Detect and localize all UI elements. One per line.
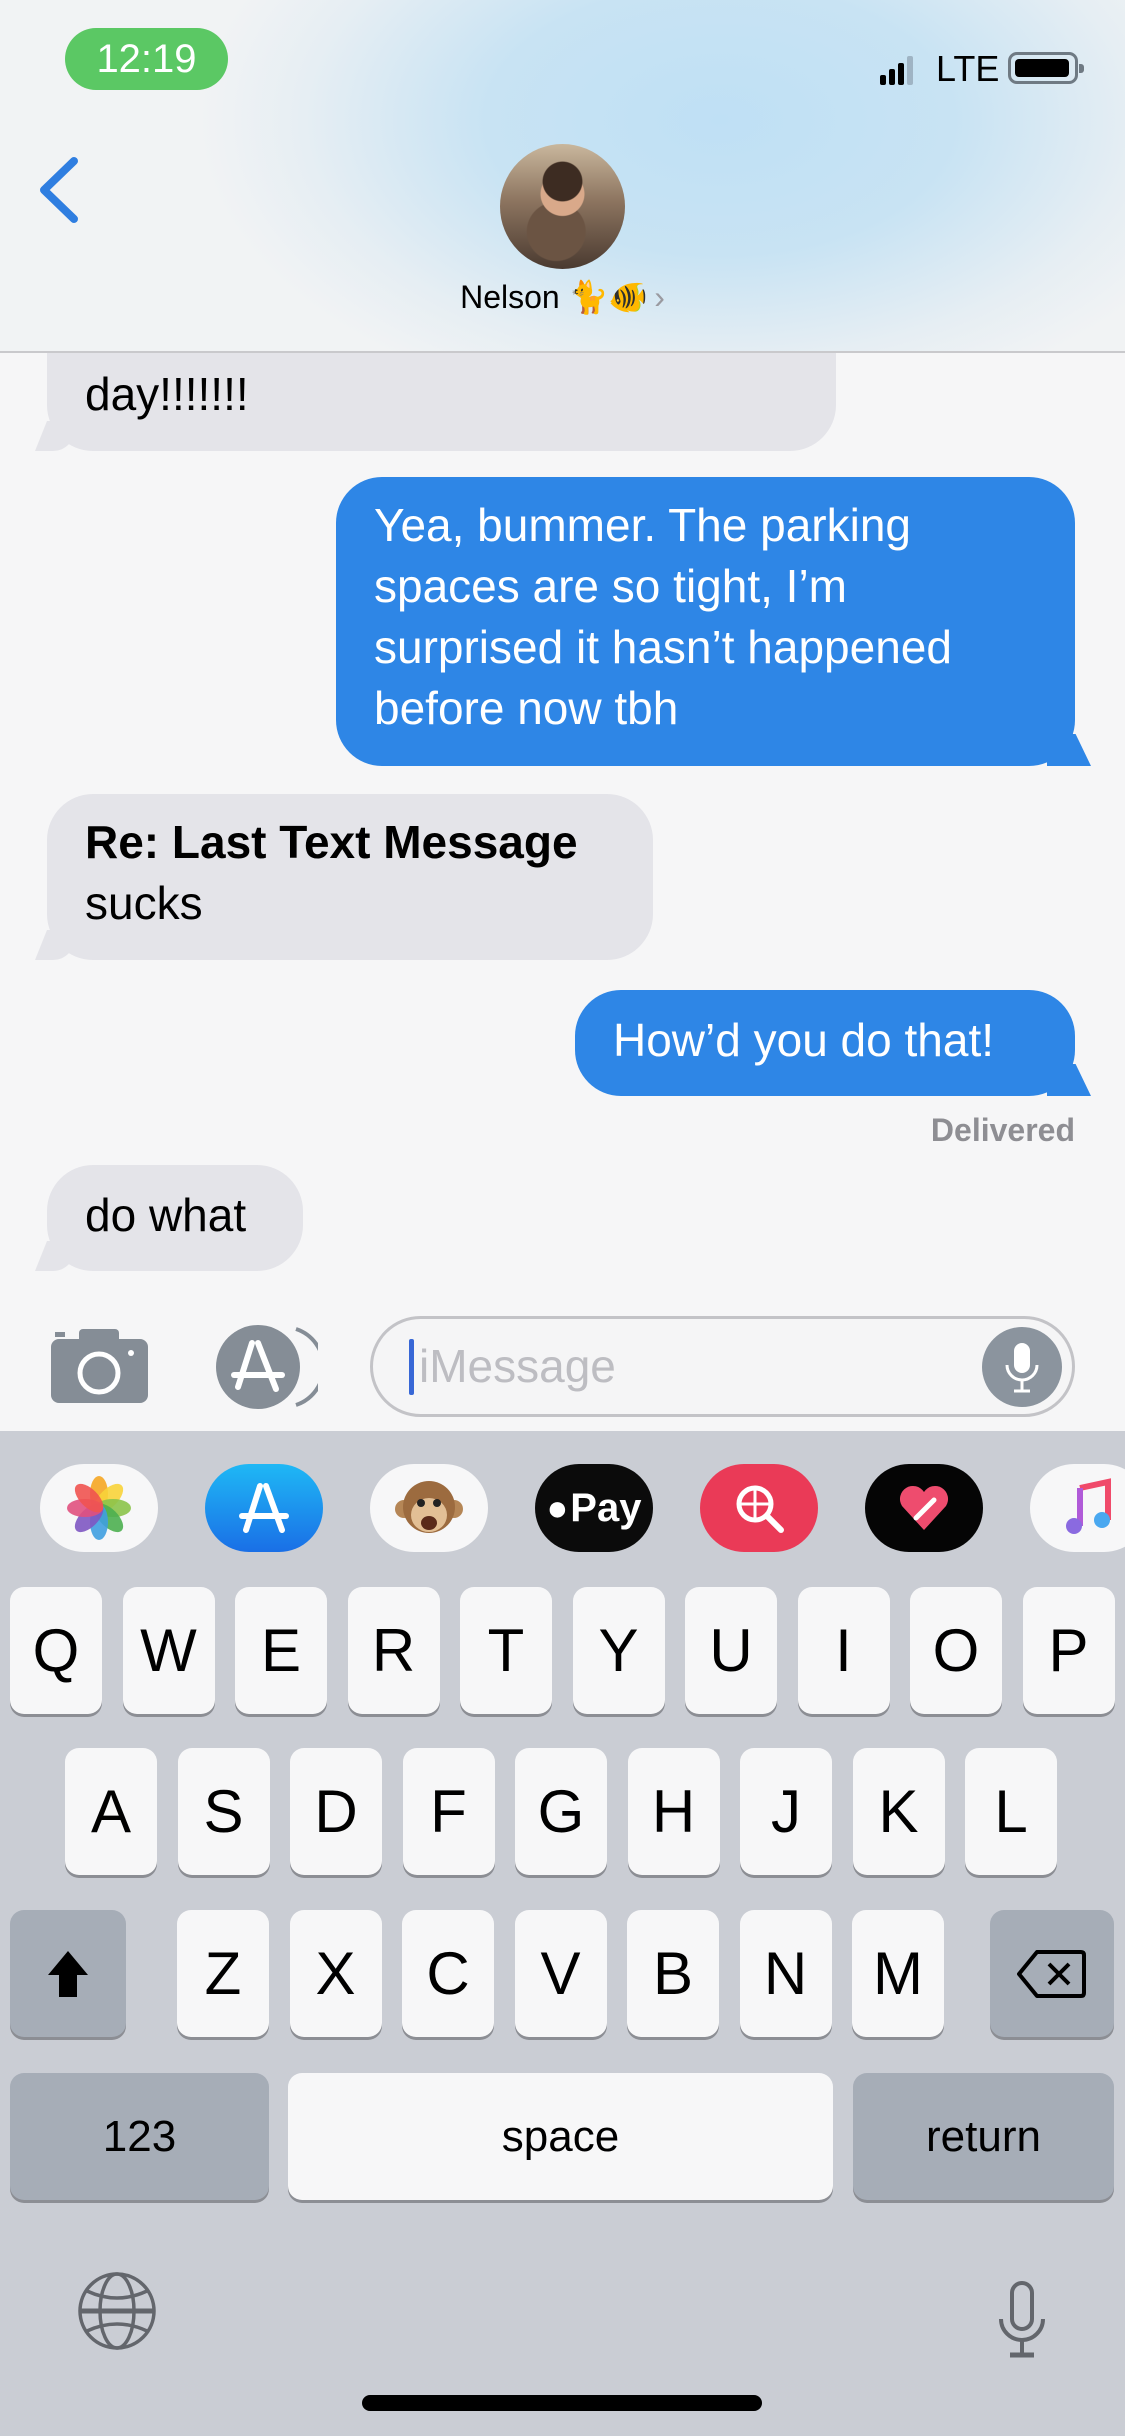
monkey-animoji-icon[interactable] bbox=[370, 1464, 488, 1552]
key-h[interactable]: H bbox=[627, 1748, 720, 1875]
space-key[interactable]: space bbox=[288, 2073, 833, 2200]
key-a[interactable]: A bbox=[65, 1748, 157, 1875]
keyboard: ● Pay 123 space return QWERTYUIOP ASDFGHJK… bbox=[0, 1431, 1125, 2436]
contact-name-button[interactable]: Nelson 🐈🐠 › bbox=[0, 278, 1125, 316]
key-s[interactable]: S bbox=[177, 1748, 270, 1875]
globe-icon[interactable] bbox=[77, 2271, 157, 2351]
apple-logo-icon: ● bbox=[546, 1487, 569, 1528]
key-g[interactable]: G bbox=[515, 1748, 607, 1875]
message-bubble-incoming[interactable]: do what bbox=[47, 1165, 303, 1271]
backspace-key[interactable] bbox=[990, 1910, 1114, 2037]
battery-icon bbox=[1008, 52, 1084, 84]
key-q[interactable]: Q bbox=[10, 1587, 102, 1714]
globe-search-icon[interactable] bbox=[700, 1464, 818, 1552]
key-u[interactable]: U bbox=[685, 1587, 777, 1714]
key-l[interactable]: L bbox=[965, 1748, 1057, 1875]
return-key[interactable]: return bbox=[853, 2073, 1114, 2200]
microphone-icon[interactable] bbox=[982, 1327, 1062, 1407]
key-k[interactable]: K bbox=[852, 1748, 945, 1875]
message-text: sucks bbox=[85, 877, 203, 929]
conversation-header: 12:19 LTE Nelson 🐈🐠 › bbox=[0, 0, 1125, 353]
chevron-left-icon[interactable] bbox=[36, 155, 82, 225]
message-bubble-outgoing[interactable]: How’d you do that! bbox=[575, 990, 1075, 1096]
status-time[interactable]: 12:19 bbox=[65, 28, 228, 90]
microphone-icon[interactable] bbox=[997, 2281, 1047, 2361]
key-w[interactable]: W bbox=[122, 1587, 215, 1714]
digital-touch-heart-icon[interactable] bbox=[865, 1464, 983, 1552]
key-j[interactable]: J bbox=[740, 1748, 832, 1875]
key-m[interactable]: M bbox=[852, 1910, 944, 2037]
signal-bars-icon bbox=[880, 56, 913, 85]
chevron-right-icon: › bbox=[654, 279, 665, 315]
key-b[interactable]: B bbox=[627, 1910, 719, 2037]
app-store-icon[interactable] bbox=[205, 1464, 323, 1552]
key-o[interactable]: O bbox=[910, 1587, 1002, 1714]
network-type: LTE bbox=[936, 48, 1000, 89]
message-text: How’d you do that! bbox=[613, 1014, 995, 1066]
key-z[interactable]: Z bbox=[177, 1910, 269, 2037]
imessage-input[interactable]: iMessage bbox=[370, 1316, 1075, 1417]
photos-icon[interactable] bbox=[40, 1464, 158, 1552]
message-bubble-outgoing[interactable]: Yea, bummer. The parking spaces are so t… bbox=[336, 477, 1075, 766]
key-t[interactable]: T bbox=[460, 1587, 552, 1714]
message-text: do what bbox=[85, 1189, 247, 1241]
key-c[interactable]: C bbox=[402, 1910, 494, 2037]
contact-avatar[interactable] bbox=[500, 144, 625, 269]
text-caret bbox=[409, 1339, 414, 1395]
key-f[interactable]: F bbox=[402, 1748, 495, 1875]
key-v[interactable]: V bbox=[514, 1910, 607, 2037]
key-i[interactable]: I bbox=[797, 1587, 890, 1714]
contact-name: Nelson 🐈🐠 bbox=[460, 279, 649, 315]
shift-key[interactable] bbox=[10, 1910, 126, 2037]
delivery-status: Delivered bbox=[930, 1112, 1075, 1148]
app-store-icon[interactable] bbox=[210, 1325, 318, 1409]
message-text: Yea, bummer. The parking spaces are so t… bbox=[374, 499, 952, 734]
message-text: day!!!!!!! bbox=[85, 368, 249, 420]
message-subject: Re: Last Text Message bbox=[85, 816, 578, 868]
key-x[interactable]: X bbox=[289, 1910, 382, 2037]
input-placeholder: iMessage bbox=[419, 1340, 616, 1392]
key-e[interactable]: E bbox=[235, 1587, 327, 1714]
apple-pay-label: Pay bbox=[570, 1485, 642, 1530]
backspace-icon bbox=[1017, 1949, 1086, 1998]
camera-icon[interactable] bbox=[51, 1329, 148, 1403]
home-indicator[interactable] bbox=[362, 2395, 762, 2411]
key-d[interactable]: D bbox=[290, 1748, 382, 1875]
key-r[interactable]: R bbox=[347, 1587, 440, 1714]
apple-pay-icon[interactable]: ● Pay bbox=[535, 1464, 653, 1552]
shift-arrow-icon bbox=[48, 1950, 88, 1997]
key-p[interactable]: P bbox=[1022, 1587, 1115, 1714]
key-y[interactable]: Y bbox=[572, 1587, 665, 1714]
music-note-icon[interactable] bbox=[1030, 1464, 1125, 1552]
numbers-key[interactable]: 123 bbox=[10, 2073, 269, 2200]
key-n[interactable]: N bbox=[739, 1910, 832, 2037]
message-bubble-incoming[interactable]: Re: Last Text Message sucks bbox=[47, 794, 653, 960]
